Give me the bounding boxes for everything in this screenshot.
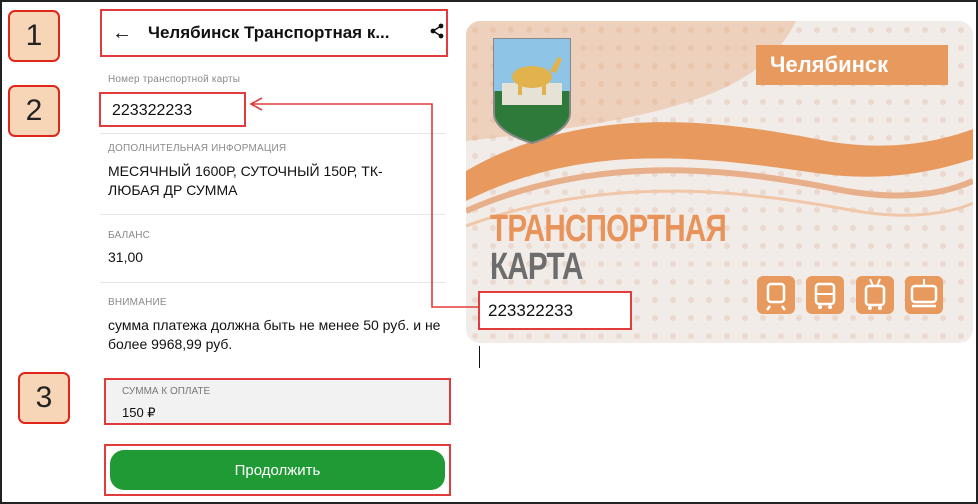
- text-cursor: [479, 346, 480, 368]
- connector-arrow: [249, 97, 478, 308]
